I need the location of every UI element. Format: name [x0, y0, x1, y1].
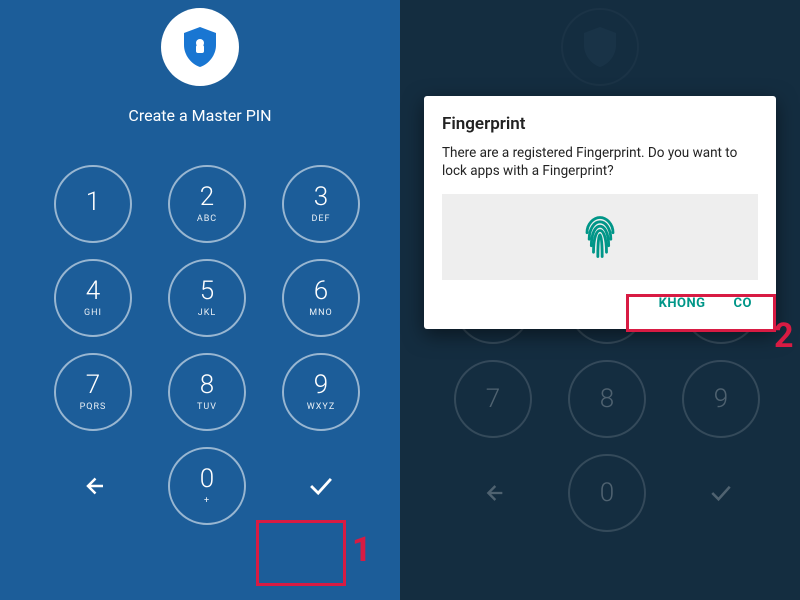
- app-logo: [161, 8, 239, 86]
- key-dim: 0: [568, 454, 646, 532]
- fingerprint-area: [442, 194, 758, 280]
- check-icon: [304, 469, 338, 503]
- arrow-left-icon: [78, 471, 108, 501]
- pin-keypad: 1 2ABC 3DEF 4GHI 5JKL 6MNO 7PQRS 8TUV 9W…: [30, 139, 370, 525]
- key-dim: 8: [568, 360, 646, 438]
- back-dim: [454, 454, 532, 532]
- key-1[interactable]: 1: [54, 165, 132, 243]
- key-dim: 7: [454, 360, 532, 438]
- fingerprint-prompt-screen: 1 2 3 4 5 6 7 8 9 0 Fingerprint There ar…: [400, 0, 800, 600]
- shield-lock-icon: [176, 23, 224, 71]
- dialog-title: Fingerprint: [442, 114, 758, 134]
- key-5[interactable]: 5JKL: [168, 259, 246, 337]
- key-8[interactable]: 8TUV: [168, 353, 246, 431]
- step-label-1: 1: [352, 530, 372, 570]
- key-0[interactable]: 0+: [168, 447, 246, 525]
- key-dim: 9: [682, 360, 760, 438]
- confirm-button[interactable]: [282, 447, 360, 525]
- dialog-body: There are a registered Fingerprint. Do y…: [442, 144, 758, 180]
- key-3[interactable]: 3DEF: [282, 165, 360, 243]
- app-logo-wrap: [0, 0, 400, 86]
- back-button[interactable]: [54, 447, 132, 525]
- key-2[interactable]: 2ABC: [168, 165, 246, 243]
- step-label-2: 2: [774, 316, 794, 356]
- key-7[interactable]: 7PQRS: [54, 353, 132, 431]
- confirm-dim: [682, 454, 760, 532]
- fingerprint-icon: [574, 211, 626, 263]
- key-9[interactable]: 9WXYZ: [282, 353, 360, 431]
- highlight-step2-box: [626, 294, 776, 332]
- page-title: Create a Master PIN: [0, 106, 400, 125]
- key-4[interactable]: 4GHI: [54, 259, 132, 337]
- pin-setup-screen: Create a Master PIN 1 2ABC 3DEF 4GHI 5JK…: [0, 0, 400, 600]
- highlight-step1-box: [256, 520, 346, 586]
- key-6[interactable]: 6MNO: [282, 259, 360, 337]
- app-logo-dim: [561, 8, 639, 86]
- shield-lock-icon: [576, 23, 624, 71]
- app-logo-wrap-dim: [400, 0, 800, 86]
